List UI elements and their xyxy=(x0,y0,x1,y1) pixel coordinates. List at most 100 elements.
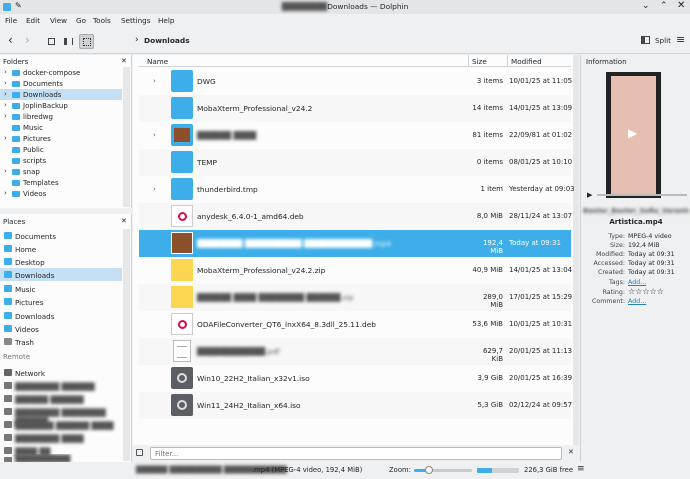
toolbar: ‹ › › Downloads Split ≡ xyxy=(0,28,690,54)
tree-item[interactable]: Templates xyxy=(0,177,122,188)
zoom-slider[interactable] xyxy=(414,466,472,474)
tree-item[interactable]: › libredwg xyxy=(0,111,122,122)
file-row-selected[interactable]: ████████ ██████████ ████████████.mp4 192… xyxy=(139,230,571,257)
rating-stars[interactable]: ☆☆☆☆☆ xyxy=(628,287,664,296)
close-places-panel-icon[interactable]: ✕ xyxy=(121,217,127,225)
menu-settings[interactable]: Settings xyxy=(121,16,150,25)
file-row[interactable]: ODAFileConverter_QT6_lnxX64_8.3dll_25.11… xyxy=(139,311,572,338)
tree-item[interactable]: › snap xyxy=(0,166,122,177)
close-folders-panel-icon[interactable]: ✕ xyxy=(121,57,127,65)
tree-item[interactable]: › Documents xyxy=(0,78,122,89)
column-header-name[interactable]: Name xyxy=(147,57,168,66)
compact-view-button[interactable] xyxy=(61,34,76,49)
expand-icon[interactable]: › xyxy=(4,189,7,197)
expand-icon[interactable]: › xyxy=(4,112,7,120)
place-item-remote[interactable]: ██████████ xyxy=(0,454,122,462)
info-label-comment: Comment: xyxy=(592,298,625,305)
expand-icon[interactable]: › xyxy=(153,131,156,139)
file-row[interactable]: Win10_22H2_Italian_x32v1.iso 3,9 GiB 20/… xyxy=(139,365,572,392)
place-item-videos[interactable]: Videos xyxy=(0,322,122,335)
split-button[interactable]: Split xyxy=(655,36,671,45)
place-label: Home xyxy=(15,245,37,254)
place-item-remote[interactable]: ████████ ██████ xyxy=(0,379,122,392)
tree-item[interactable]: Music xyxy=(0,122,122,133)
close-icon[interactable]: ✕ xyxy=(677,0,685,11)
add-tags-link[interactable]: Add... xyxy=(628,279,646,286)
expand-icon[interactable]: › xyxy=(4,90,7,98)
menu-go[interactable]: Go xyxy=(76,16,86,25)
lock-icon[interactable] xyxy=(136,449,143,456)
menu-file[interactable]: File xyxy=(5,16,17,25)
tree-item[interactable]: › docker-compose xyxy=(0,67,122,78)
file-row[interactable]: ██████ ████ ████████ ██████.zip 289,0 Mi… xyxy=(139,284,572,311)
place-item-trash[interactable]: Trash xyxy=(0,335,122,348)
preview-play-icon[interactable]: ▶ xyxy=(587,191,592,199)
place-item-remote[interactable]: ████████ ████████ ██████ xyxy=(0,405,122,426)
file-row[interactable]: ████████████.pdf 629,7 KiB 20/01/25 at 1… xyxy=(139,338,572,365)
expand-icon[interactable]: › xyxy=(4,101,7,109)
menu-edit[interactable]: Edit xyxy=(26,16,40,25)
menu-help[interactable]: Help xyxy=(158,16,174,25)
file-row[interactable]: › DWG 3 items 10/01/25 at 11:05 xyxy=(139,68,572,95)
play-icon[interactable]: ▶ xyxy=(628,126,637,140)
hamburger-menu-icon[interactable]: ≡ xyxy=(676,33,685,46)
preview-seek-slider[interactable] xyxy=(597,194,687,196)
place-label: Documents xyxy=(15,232,56,241)
close-filter-icon[interactable]: ✕ xyxy=(568,448,574,456)
place-item-home[interactable]: Home xyxy=(0,242,122,255)
column-divider[interactable] xyxy=(507,55,508,67)
expand-icon[interactable]: › xyxy=(4,134,7,142)
place-item-desktop[interactable]: Desktop xyxy=(0,255,122,268)
info-label-created: Created: xyxy=(597,269,625,276)
details-view-button[interactable] xyxy=(79,34,94,49)
file-row[interactable]: MobaXterm_Professional_v24.2.zip 40,9 Mi… xyxy=(139,257,572,284)
expand-icon[interactable]: › xyxy=(153,185,156,193)
place-item-remote[interactable]: ██████ ██████ xyxy=(0,392,122,405)
column-divider[interactable] xyxy=(468,55,469,67)
place-item-pictures[interactable]: Pictures xyxy=(0,295,122,308)
place-item-documents[interactable]: Documents xyxy=(0,229,122,242)
maximize-icon[interactable]: ⌃ xyxy=(660,1,668,11)
expand-icon[interactable]: › xyxy=(4,79,7,87)
file-row[interactable]: anydesk_6.4.0-1_amd64.deb 8,0 MiB 28/11/… xyxy=(139,203,572,230)
tree-item[interactable]: › Videos xyxy=(0,188,122,199)
minimize-icon[interactable]: ⌄ xyxy=(642,1,650,11)
zoom-slider-handle[interactable] xyxy=(424,466,433,474)
breadcrumb-downloads[interactable]: Downloads xyxy=(144,36,190,45)
places-scrollbar[interactable] xyxy=(123,229,130,461)
file-view-scrollbar[interactable] xyxy=(573,55,579,445)
place-item-network[interactable]: Network xyxy=(0,366,122,379)
file-row[interactable]: › ██████ ████ 81 items 22/09/81 at 01:02 xyxy=(139,122,572,149)
tree-item[interactable]: scripts xyxy=(0,155,122,166)
add-comment-link[interactable]: Add... xyxy=(628,298,646,305)
file-row[interactable]: Win11_24H2_Italian_x64.iso 5,3 GiB 02/12… xyxy=(139,392,572,419)
tree-item[interactable]: › Downloads xyxy=(0,89,122,100)
place-item-music[interactable]: Music xyxy=(0,282,122,295)
file-row[interactable]: MobaXterm_Professional_v24.2 14 items 14… xyxy=(139,95,572,122)
tree-item[interactable]: › JoplinBackup xyxy=(0,100,122,111)
back-icon[interactable]: ‹ xyxy=(8,34,13,46)
folder-icon xyxy=(12,136,20,142)
place-item-downloads[interactable]: Downloads xyxy=(0,268,122,281)
desktop-icon xyxy=(4,258,12,265)
place-item-remote[interactable]: ████████ ████ xyxy=(0,431,122,444)
file-row[interactable]: › thunderbird.tmp 1 item Yesterday at 09… xyxy=(139,176,575,203)
tree-item[interactable]: › Pictures xyxy=(0,133,122,144)
forward-icon[interactable]: › xyxy=(25,34,30,46)
folders-scrollbar[interactable] xyxy=(123,67,130,207)
place-item-downloads-2[interactable]: Downloads xyxy=(0,309,122,322)
column-header-modified[interactable]: Modified xyxy=(511,57,542,66)
expand-icon[interactable]: › xyxy=(4,167,7,175)
hamburger-status-icon[interactable]: ≡ xyxy=(577,464,585,474)
filter-input[interactable] xyxy=(150,447,562,460)
menu-view[interactable]: View xyxy=(50,16,67,25)
tree-item[interactable]: Public xyxy=(0,144,122,155)
expand-icon[interactable]: › xyxy=(153,77,156,85)
column-header-size[interactable]: Size xyxy=(472,57,487,66)
menu-tools[interactable]: Tools xyxy=(93,16,111,25)
expand-icon[interactable]: › xyxy=(4,68,7,76)
tree-item-label: JoplinBackup xyxy=(23,102,68,110)
file-row[interactable]: TEMP 0 items 08/01/25 at 10:10 xyxy=(139,149,572,176)
place-item-remote[interactable]: ███████ ██████ ████ xyxy=(0,418,122,431)
icons-view-button[interactable] xyxy=(44,34,59,49)
